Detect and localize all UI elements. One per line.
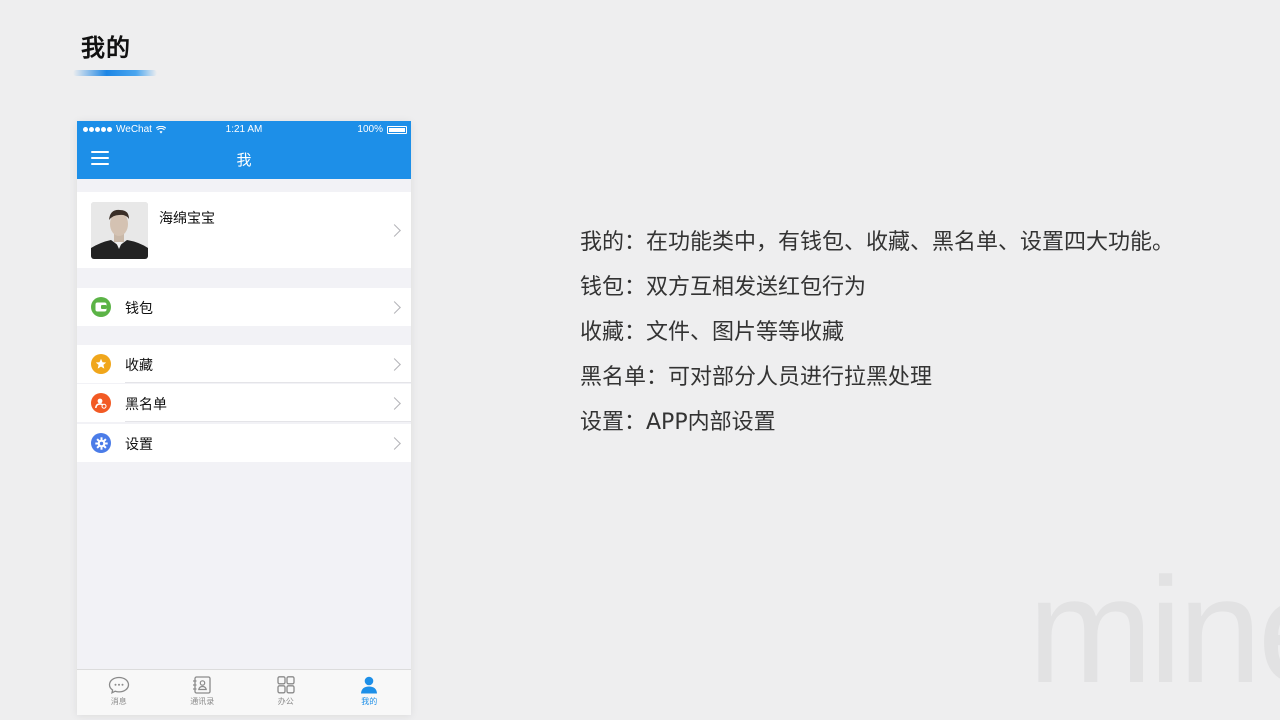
description-line: 收藏：文件、图片等等收藏 [580,320,845,345]
profile-name: 海绵宝宝 [159,211,215,227]
description-list: 我的：在功能类中，有钱包、收藏、黑名单、设置四大功能。 钱包：双方互相发送红包行… [580,220,1174,445]
tab-office[interactable]: 办公 [244,670,328,715]
chevron-right-icon [388,358,401,371]
menu-item-wallet[interactable]: 钱包 [77,288,411,326]
star-icon [91,354,111,374]
phone-mockup: WeChat 1:21 AM 100% 我 海绵宝宝 钱包 收藏 黑名单 设置 … [77,121,411,715]
person-icon [361,676,378,694]
nav-title: 我 [236,151,252,169]
nav-bar: 我 [77,139,411,179]
wallet-icon [91,297,111,317]
description-line: 我的：在功能类中，有钱包、收藏、黑名单、设置四大功能。 [580,230,1175,255]
avatar [91,202,148,259]
tab-label: 通讯录 [190,697,215,706]
apps-grid-icon [277,676,295,694]
menu-item-label: 收藏 [125,358,153,374]
blacklist-icon [91,393,111,413]
contacts-icon [193,676,211,694]
menu-item-settings[interactable]: 设置 [77,424,411,462]
tab-bar: 消息 通讯录 办公 我的 [77,669,411,715]
menu-item-blacklist[interactable]: 黑名单 [77,384,411,422]
status-bar: WeChat 1:21 AM 100% [77,121,411,139]
slide-title: 我的 [81,34,131,62]
gear-icon [91,433,111,453]
tab-label: 我的 [361,697,378,706]
tab-label: 办公 [277,697,294,706]
menu-item-favorites[interactable]: 收藏 [77,345,411,383]
tab-label: 消息 [110,697,127,706]
tab-mine[interactable]: 我的 [328,670,412,715]
profile-row[interactable]: 海绵宝宝 [77,192,411,268]
description-line: 黑名单：可对部分人员进行拉黑处理 [580,365,933,390]
message-icon [108,676,129,694]
battery-percent: 100% [357,124,383,135]
menu-item-label: 设置 [125,437,153,453]
row-divider [125,382,411,383]
description-line: 设置：APP内部设置 [580,410,776,435]
watermark-text: mine [1028,546,1280,714]
tab-contacts[interactable]: 通讯录 [161,670,245,715]
battery-icon [387,125,407,134]
menu-item-label: 钱包 [125,301,153,317]
row-divider [125,421,411,422]
chevron-right-icon [388,301,401,314]
menu-item-label: 黑名单 [125,397,167,413]
tab-messages[interactable]: 消息 [77,670,161,715]
chevron-right-icon [388,397,401,410]
chevron-right-icon [388,437,401,450]
chevron-right-icon [388,224,401,237]
description-line: 钱包：双方互相发送红包行为 [580,275,867,300]
title-underline [73,70,157,76]
